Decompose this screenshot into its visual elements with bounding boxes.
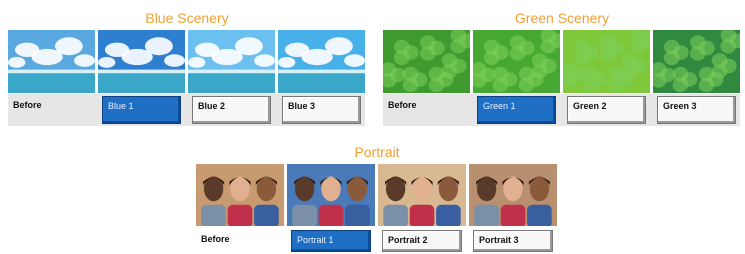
blue-scenery-title: Blue Scenery xyxy=(145,10,229,26)
portrait-panel: Portrait Before Portrait 1 Portrait 2 Po… xyxy=(196,144,558,254)
thumbnail-image xyxy=(563,30,650,93)
thumbnail-image xyxy=(473,30,560,93)
thumbnail-image xyxy=(188,30,275,93)
portrait-2-button[interactable]: Portrait 2 xyxy=(382,230,462,252)
thumbnail-image xyxy=(287,164,375,226)
green-scenery-title: Green Scenery xyxy=(514,10,610,26)
thumbnail-image xyxy=(98,30,185,93)
green-before-label: Before xyxy=(388,100,417,110)
blue-thumb-2 xyxy=(188,30,275,93)
portrait-1-button[interactable]: Portrait 1 xyxy=(291,230,371,252)
thumbnail-image xyxy=(383,30,470,93)
blue-2-button[interactable]: Blue 2 xyxy=(192,96,271,124)
green-thumb-before xyxy=(383,30,470,93)
green-1-button[interactable]: Green 1 xyxy=(477,96,556,124)
blue-thumb-3 xyxy=(278,30,365,93)
blue-1-button[interactable]: Blue 1 xyxy=(102,96,181,124)
portrait-thumb-1 xyxy=(287,164,375,226)
blue-3-button[interactable]: Blue 3 xyxy=(282,96,361,124)
portrait-thumb-2 xyxy=(378,164,466,226)
green-3-button[interactable]: Green 3 xyxy=(657,96,736,124)
blue-before-label: Before xyxy=(13,100,42,110)
thumbnail-image xyxy=(469,164,557,226)
thumbnail-image xyxy=(8,30,95,93)
portrait-thumb-before xyxy=(196,164,284,226)
portrait-3-button[interactable]: Portrait 3 xyxy=(473,230,553,252)
blue-scenery-panel: Blue Scenery Before Blue 1 Blue 2 Blue 3 xyxy=(8,10,366,130)
portrait-before-label: Before xyxy=(201,234,230,244)
green-thumb-3 xyxy=(653,30,740,93)
blue-thumb-1 xyxy=(98,30,185,93)
thumbnail-image xyxy=(196,164,284,226)
blue-thumbnail-strip xyxy=(8,30,365,93)
green-scenery-panel: Green Scenery Before Green 1 Green 2 Gre… xyxy=(383,10,741,130)
portrait-title: Portrait xyxy=(354,144,400,160)
portrait-thumb-3 xyxy=(469,164,557,226)
green-thumbnail-strip xyxy=(383,30,740,93)
portrait-thumbnail-strip xyxy=(196,164,557,226)
blue-thumb-before xyxy=(8,30,95,93)
green-label-row: Before Green 1 Green 2 Green 3 xyxy=(383,94,740,126)
portrait-label-row: Before Portrait 1 Portrait 2 Portrait 3 xyxy=(196,228,557,254)
blue-label-row: Before Blue 1 Blue 2 Blue 3 xyxy=(8,94,365,126)
thumbnail-image xyxy=(378,164,466,226)
thumbnail-image xyxy=(278,30,365,93)
green-thumb-2 xyxy=(563,30,650,93)
green-2-button[interactable]: Green 2 xyxy=(567,96,646,124)
green-thumb-1 xyxy=(473,30,560,93)
thumbnail-image xyxy=(653,30,740,93)
